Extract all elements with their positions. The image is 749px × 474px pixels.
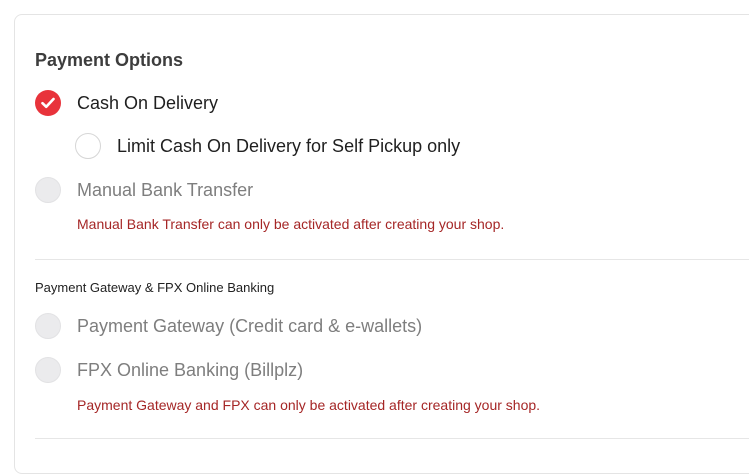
cod-label: Cash On Delivery [77, 93, 219, 113]
fpx-checkbox[interactable] [35, 357, 61, 383]
cod-option[interactable]: Cash On Delivery [35, 90, 218, 116]
payment-gateway-checkbox[interactable] [35, 313, 61, 339]
bank-transfer-notice: Manual Bank Transfer can only be activat… [77, 216, 505, 232]
payment-options-title: Payment Options [35, 50, 184, 70]
bank-transfer-checkbox[interactable] [35, 177, 61, 203]
cod-checkbox[interactable] [35, 90, 61, 116]
payment-gateway-option[interactable]: Payment Gateway (Credit card & e-wallets… [35, 313, 422, 339]
bank-transfer-option[interactable]: Manual Bank Transfer [35, 177, 253, 203]
checkmark-icon [41, 97, 55, 109]
bank-transfer-label: Manual Bank Transfer [77, 180, 254, 200]
section-divider-bottom [35, 438, 749, 439]
cod-self-pickup-option[interactable]: Limit Cash On Delivery for Self Pickup o… [75, 133, 460, 159]
payment-gateway-label: Payment Gateway (Credit card & e-wallets… [77, 316, 423, 336]
section-divider [35, 259, 749, 260]
gateway-section-title: Payment Gateway & FPX Online Banking [35, 280, 275, 295]
fpx-label: FPX Online Banking (Billplz) [77, 360, 304, 380]
gateway-notice: Payment Gateway and FPX can only be acti… [77, 397, 541, 413]
fpx-option[interactable]: FPX Online Banking (Billplz) [35, 357, 303, 383]
cod-self-pickup-label: Limit Cash On Delivery for Self Pickup o… [117, 136, 461, 156]
cod-self-pickup-checkbox[interactable] [75, 133, 101, 159]
